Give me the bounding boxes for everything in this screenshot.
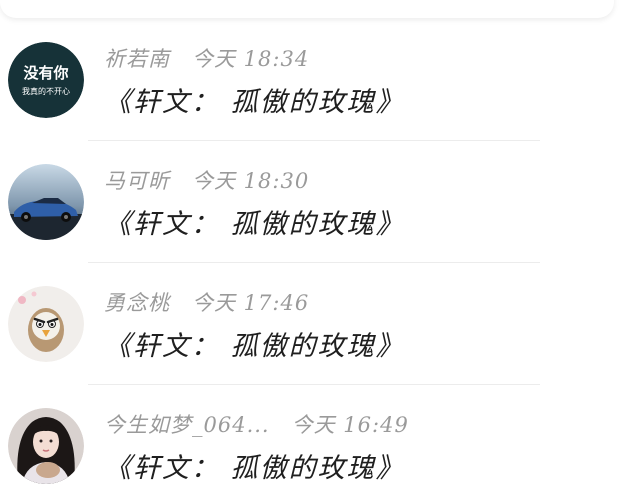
message-meta: 勇念桃 今天 17:46 <box>104 288 309 316</box>
message-text: 《轩文： 孤傲的玫瑰》 <box>104 209 405 240</box>
avatar-text-line2: 我真的不开心 <box>22 86 70 96</box>
divider <box>88 140 540 141</box>
message-list-page: 没有你 我真的不开心 祈若南 今天 18:34 《轩文： 孤傲的玫瑰》 马可昕 … <box>0 0 640 497</box>
divider <box>88 384 540 385</box>
avatar-text-line1: 没有你 <box>23 64 68 82</box>
message-meta: 马可昕 今天 18:30 <box>104 166 309 194</box>
message-time: 今天 18:34 <box>192 47 310 71</box>
avatar[interactable] <box>8 164 84 240</box>
message-text: 《轩文： 孤傲的玫瑰》 <box>104 331 405 362</box>
message-time: 今天 16:49 <box>291 413 409 437</box>
message-time: 今天 18:30 <box>192 169 310 193</box>
angry-bird-icon <box>8 286 84 362</box>
avatar[interactable] <box>8 286 84 362</box>
avatar[interactable]: 没有你 我真的不开心 <box>8 42 84 118</box>
divider <box>88 262 540 263</box>
list-item[interactable]: 今生如梦_064... 今天 16:49 《轩文： 孤傲的玫瑰》 <box>0 386 640 497</box>
message-time: 今天 17:46 <box>192 291 310 315</box>
sender-name: 祈若南 <box>104 47 170 71</box>
message-meta: 今生如梦_064... 今天 16:49 <box>104 410 409 438</box>
avatar[interactable] <box>8 408 84 484</box>
list-item[interactable]: 马可昕 今天 18:30 《轩文： 孤傲的玫瑰》 <box>0 142 640 264</box>
sender-name: 马可昕 <box>104 169 170 193</box>
list-item[interactable]: 没有你 我真的不开心 祈若南 今天 18:34 《轩文： 孤傲的玫瑰》 <box>0 20 640 142</box>
sender-name: 今生如梦_064... <box>104 413 270 437</box>
sender-name: 勇念桃 <box>104 291 170 315</box>
girl-portrait-icon <box>8 408 84 484</box>
list-item[interactable]: 勇念桃 今天 17:46 《轩文： 孤傲的玫瑰》 <box>0 264 640 386</box>
message-list: 没有你 我真的不开心 祈若南 今天 18:34 《轩文： 孤傲的玫瑰》 马可昕 … <box>0 0 640 497</box>
message-text: 《轩文： 孤傲的玫瑰》 <box>104 87 405 118</box>
sports-car-icon <box>8 164 84 240</box>
text-avatar-icon: 没有你 我真的不开心 <box>8 42 84 118</box>
message-meta: 祈若南 今天 18:34 <box>104 44 309 72</box>
message-text: 《轩文： 孤傲的玫瑰》 <box>104 453 405 484</box>
